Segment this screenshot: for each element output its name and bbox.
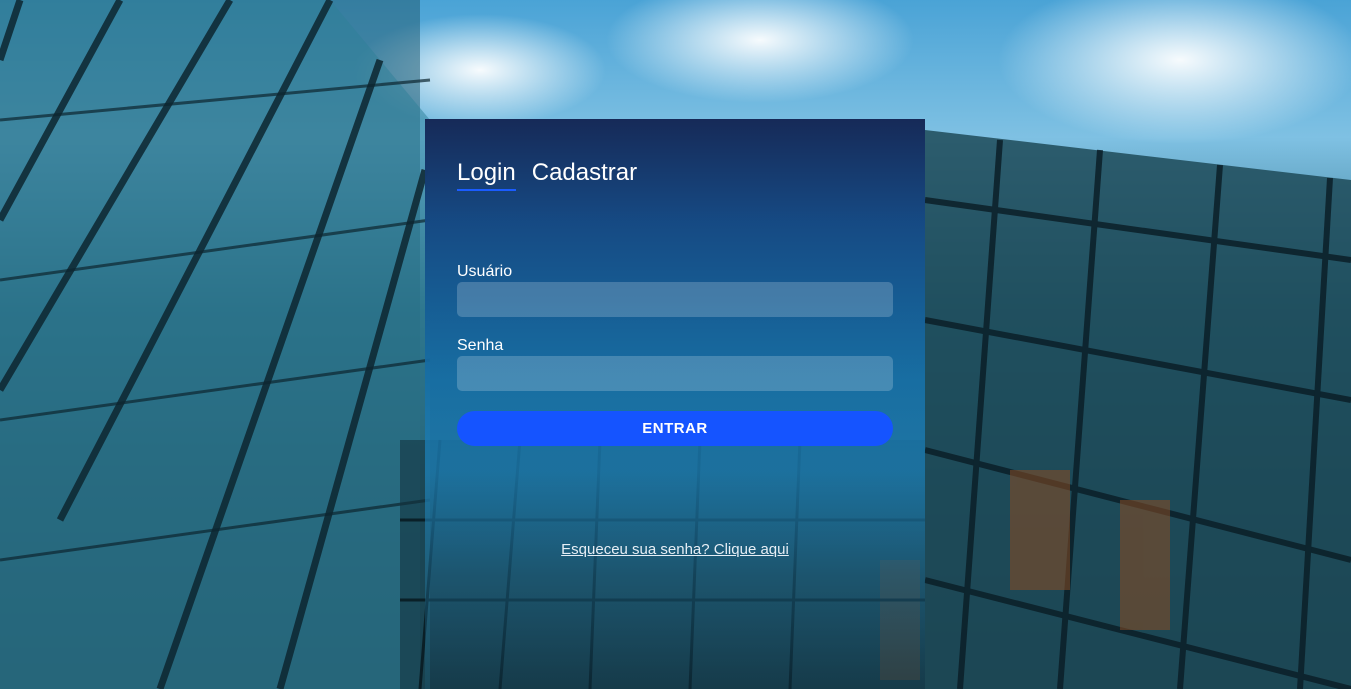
username-label: Usuário [457,263,513,280]
tab-register[interactable]: Cadastrar [532,159,637,191]
auth-tabs: Login Cadastrar [457,159,637,191]
forgot-password-link[interactable]: Esqueceu sua senha? Clique aqui [425,541,925,558]
password-input[interactable] [457,356,893,391]
enter-button[interactable]: ENTRAR [457,411,893,446]
login-panel: Login Cadastrar Usuário Senha ENTRAR Esq… [425,119,925,689]
tab-login[interactable]: Login [457,159,516,191]
username-input[interactable] [457,282,893,317]
password-label: Senha [457,337,504,354]
